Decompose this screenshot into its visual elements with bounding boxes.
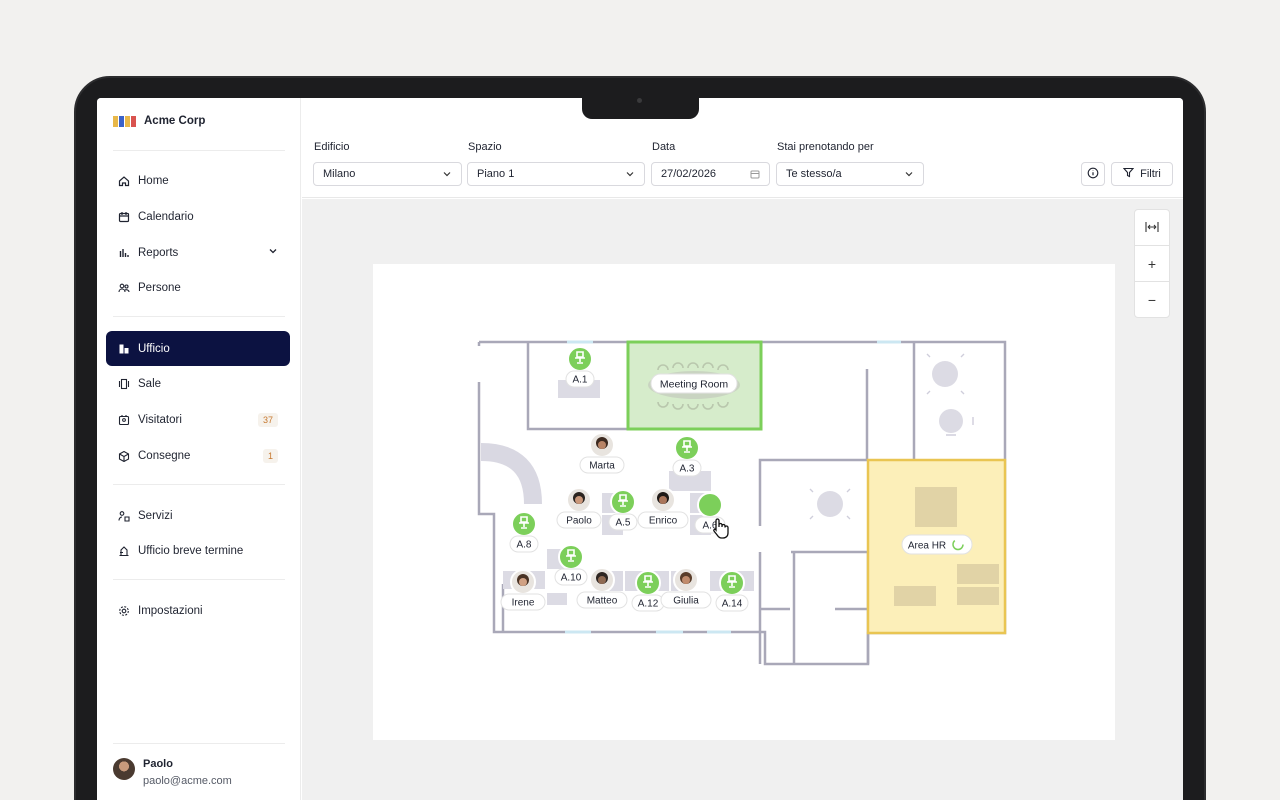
- user-profile[interactable]: Paolo paolo@acme.com: [113, 758, 232, 787]
- sidebar: Acme Corp Home Calendario Reports Person…: [97, 98, 301, 800]
- desk-label: A.10: [561, 573, 582, 584]
- sidebar-item-calendario[interactable]: Calendario: [106, 199, 290, 234]
- sidebar-item-consegne[interactable]: Consegne 1: [106, 438, 290, 473]
- gear-icon: [118, 605, 130, 617]
- room-icon: [118, 378, 130, 390]
- desk-label: Irene: [512, 598, 535, 609]
- booking-for-select[interactable]: Te stesso/a: [776, 162, 924, 186]
- zoom-out-button[interactable]: −: [1135, 282, 1169, 318]
- filter-icon: [1122, 167, 1135, 181]
- filter-bar: Edificio Milano Spazio Piano 1 Data 27/0…: [302, 98, 1183, 198]
- fit-to-screen-button[interactable]: [1135, 210, 1169, 246]
- visitor-count-badge: 37: [257, 412, 278, 427]
- avatar: [113, 758, 135, 780]
- bar-chart-icon: [118, 247, 130, 259]
- fit-icon: [1145, 220, 1159, 236]
- floorplan-svg: Meeting Room Area HR A.1A.3A.5A.8A.10A.1…: [477, 340, 1007, 666]
- date-input[interactable]: 27/02/2026: [651, 162, 770, 186]
- sidebar-item-servizi[interactable]: Servizi: [106, 498, 290, 533]
- desk-label: A.14: [722, 599, 743, 610]
- desk-available-a-1[interactable]: A.1: [565, 346, 595, 388]
- zoom-in-button[interactable]: +: [1135, 246, 1169, 282]
- desk-available-a-8[interactable]: A.8: [509, 511, 539, 553]
- sidebar-item-reports[interactable]: Reports: [106, 235, 290, 270]
- sidebar-item-ufficio-breve-termine[interactable]: Ufficio breve termine: [106, 533, 290, 568]
- chevron-down-icon: [442, 169, 452, 182]
- sidebar-item-home[interactable]: Home: [106, 163, 290, 198]
- app-screen: Acme Corp Home Calendario Reports Person…: [97, 98, 1183, 800]
- desk-label: Matteo: [587, 596, 618, 607]
- short-term-icon: [118, 545, 130, 557]
- sidebar-item-impostazioni[interactable]: Impostazioni: [106, 593, 290, 628]
- package-icon: [118, 450, 130, 462]
- building-label: Edificio: [314, 141, 350, 153]
- office-icon: [118, 343, 130, 355]
- meeting-room-label: Meeting Room: [660, 379, 729, 391]
- chevron-down-icon: [904, 169, 914, 182]
- services-icon: [118, 510, 130, 522]
- desk-label: A.3: [679, 464, 694, 475]
- camera-notch: [582, 98, 699, 119]
- desk-occupied-paolo[interactable]: Paolo: [556, 487, 602, 529]
- filters-button[interactable]: Filtri: [1111, 162, 1173, 186]
- desk-label: A.12: [638, 599, 659, 610]
- desk-available-a-5[interactable]: A.5: [608, 489, 638, 531]
- sidebar-item-visitatori[interactable]: Visitatori 37: [106, 402, 290, 437]
- user-email: paolo@acme.com: [143, 775, 232, 787]
- sidebar-item-persone[interactable]: Persone: [106, 270, 290, 305]
- brand-name: Acme Corp: [144, 115, 206, 127]
- desk-occupied-marta[interactable]: Marta: [579, 432, 625, 474]
- user-name: Paolo: [143, 758, 173, 770]
- visitor-icon: [118, 414, 130, 426]
- chevron-down-icon[interactable]: [268, 246, 278, 259]
- sidebar-item-ufficio[interactable]: Ufficio: [106, 331, 290, 366]
- meeting-room[interactable]: Meeting Room: [626, 340, 763, 431]
- acme-logo-icon: [113, 115, 136, 127]
- desk-label: A.8: [516, 540, 531, 551]
- floorplan-canvas[interactable]: + − Meeting Room Area HR A.1 A.3 A.5 A.8…: [302, 199, 1183, 800]
- calendar-icon[interactable]: [750, 169, 760, 182]
- space-select[interactable]: Piano 1: [467, 162, 645, 186]
- desk-label: Marta: [589, 461, 615, 472]
- home-icon: [118, 175, 130, 187]
- info-icon: [1087, 167, 1099, 182]
- desk-occupied-enrico[interactable]: Enrico: [637, 487, 689, 529]
- sidebar-item-sale[interactable]: Sale: [106, 366, 290, 401]
- date-label: Data: [652, 141, 676, 153]
- delivery-count-badge: 1: [262, 448, 278, 463]
- desk-label: Enrico: [649, 516, 678, 527]
- floorplan: Meeting Room Area HR A.1 A.3 A.5 A.8 A.1…: [373, 264, 1115, 740]
- curved-desk: [480, 443, 542, 505]
- desk-label: A.1: [572, 375, 587, 386]
- calendar-icon: [118, 211, 130, 223]
- area-hr[interactable]: Area HR: [866, 458, 1007, 635]
- desk-label: Giulia: [673, 596, 699, 607]
- desk-available-a-3[interactable]: A.3: [672, 435, 702, 477]
- space-label: Spazio: [468, 141, 502, 153]
- people-icon: [118, 282, 130, 294]
- desk-label: Paolo: [566, 516, 592, 527]
- zoom-controls: + −: [1134, 209, 1170, 318]
- chevron-down-icon: [625, 169, 635, 182]
- desk-label: A.5: [615, 518, 630, 529]
- chair-icon: [697, 492, 723, 518]
- area-hr-label: Area HR: [908, 541, 946, 552]
- building-select[interactable]: Milano: [313, 162, 462, 186]
- booking-for-label: Stai prenotando per: [777, 141, 874, 153]
- brand[interactable]: Acme Corp: [113, 115, 205, 127]
- info-button[interactable]: [1081, 162, 1105, 186]
